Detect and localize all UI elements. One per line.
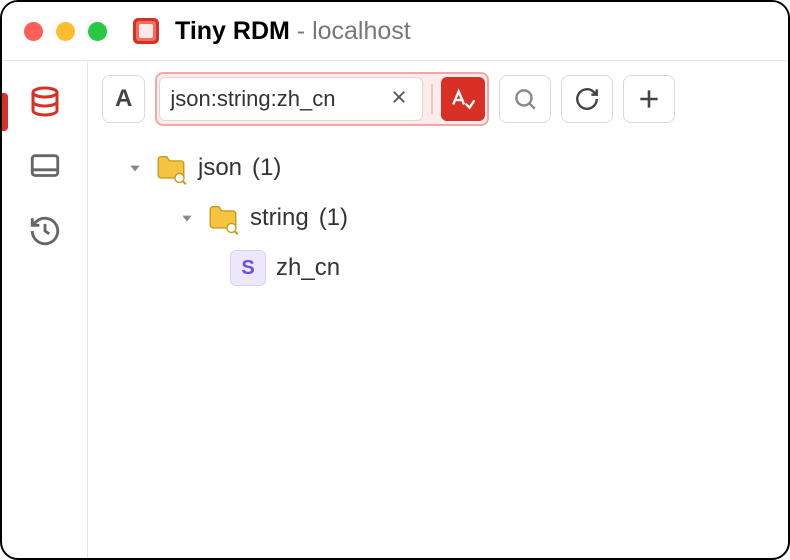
filter-input[interactable] xyxy=(170,86,380,112)
filter-input-wrap xyxy=(159,77,423,121)
window-title: Tiny RDM - localhost xyxy=(175,17,411,46)
window-controls xyxy=(24,22,107,41)
close-window-button[interactable] xyxy=(24,22,43,41)
chevron-down-icon xyxy=(126,161,144,175)
string-type-badge: S xyxy=(230,250,266,286)
filter-group xyxy=(155,72,489,126)
match-case-button[interactable] xyxy=(441,77,485,121)
window-body: A xyxy=(2,60,788,558)
app-window: Tiny RDM - localhost xyxy=(0,0,790,560)
tree-node-count: (1) xyxy=(319,204,348,232)
history-tab[interactable] xyxy=(21,207,69,255)
sidebar xyxy=(2,61,87,558)
add-key-button[interactable] xyxy=(623,75,675,123)
server-tab[interactable] xyxy=(21,143,69,191)
filter-divider xyxy=(431,84,433,114)
toolbar: A xyxy=(88,61,788,137)
key-tree: json (1) string (1) xyxy=(88,137,788,299)
tree-row[interactable]: json (1) xyxy=(102,143,774,193)
database-tab[interactable] xyxy=(21,79,69,127)
maximize-window-button[interactable] xyxy=(88,22,107,41)
active-tab-indicator xyxy=(2,93,8,131)
refresh-button[interactable] xyxy=(561,75,613,123)
titlebar: Tiny RDM - localhost xyxy=(2,2,788,60)
tree-node-label: json xyxy=(198,154,242,182)
minimize-window-button[interactable] xyxy=(56,22,75,41)
connection-name: - localhost xyxy=(297,17,411,45)
tree-node-count: (1) xyxy=(252,154,281,182)
folder-icon xyxy=(206,201,240,235)
filter-mode-button[interactable]: A xyxy=(102,75,145,123)
search-button[interactable] xyxy=(499,75,551,123)
tree-node-label: string xyxy=(250,204,309,232)
app-name: Tiny RDM xyxy=(175,17,290,45)
chevron-down-icon xyxy=(178,211,196,225)
tree-node-label: zh_cn xyxy=(276,254,340,282)
clear-filter-button[interactable] xyxy=(386,88,412,111)
tree-row[interactable]: S zh_cn xyxy=(102,243,774,293)
main-panel: A xyxy=(87,61,788,558)
tree-row[interactable]: string (1) xyxy=(102,193,774,243)
app-logo-icon xyxy=(131,16,161,46)
folder-icon xyxy=(154,151,188,185)
